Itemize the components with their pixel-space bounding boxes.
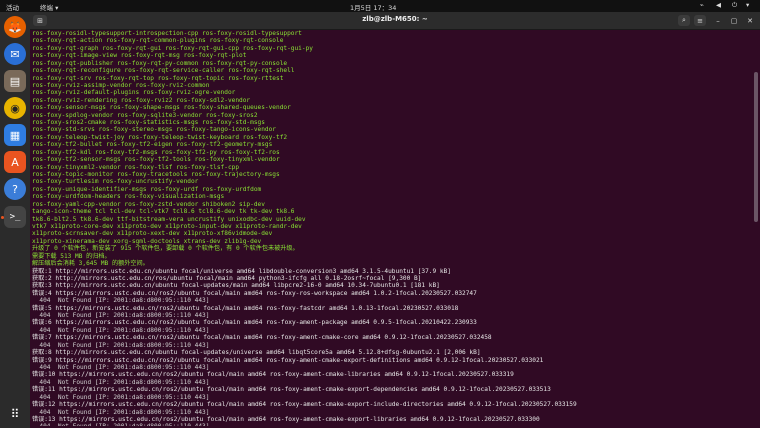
writer-icon[interactable]: ▦ — [4, 124, 26, 146]
terminal-line: 错误:10 https://mirrors.ustc.edu.cn/ros2/u… — [32, 371, 514, 379]
terminal-line: 获取:1 http://mirrors.ustc.edu.cn/ubuntu f… — [32, 267, 451, 275]
terminal-line: ros-foxy-tinyxml2-vendor ros-foxy-tlsf r… — [32, 163, 240, 171]
software-center-icon[interactable]: A — [4, 151, 26, 173]
show-apps-icon[interactable]: ⠿ — [4, 403, 26, 425]
rhythmbox-icon[interactable]: ◉ — [4, 97, 26, 119]
terminal-line: x11proto-scrnsaver-dev x11proto-xext-dev… — [32, 230, 273, 238]
running-indicator — [1, 216, 4, 219]
network-icon[interactable]: ⌁ — [700, 1, 704, 9]
terminal-output[interactable]: ros-foxy-rosidl-typesupport-introspectio… — [32, 30, 750, 426]
clock[interactable]: 1月5日 17：34 — [350, 2, 396, 12]
terminal-line: ros-foxy-rviz-assimp-vendor ros-foxy-rvi… — [32, 81, 210, 89]
activities-button[interactable]: 活动 — [6, 2, 19, 12]
top-bar: 活动 终端 ▾ 1月5日 17：34 ⌁ ◀ ⏻ ▾ — [0, 0, 760, 12]
terminal-line: ros-foxy-urdfdom-headers ros-foxy-visual… — [32, 193, 225, 201]
terminal-line: ros-foxy-rosidl-typesupport-introspectio… — [32, 30, 302, 37]
terminal-line: ros-foxy-spdlog-vendor ros-foxy-sqlite3-… — [32, 111, 258, 119]
volume-icon[interactable]: ◀ — [716, 1, 721, 9]
terminal-line: 404 Not Found [IP: 2001:da8:d800:95::110… — [32, 423, 750, 426]
dock: 🦊 ✉ ▤ ◉ ▦ A ? >_ ⠿ — [0, 12, 30, 428]
maximize-icon[interactable]: ▢ — [728, 15, 740, 26]
terminal-line: 错误:11 https://mirrors.ustc.edu.cn/ros2/u… — [32, 386, 551, 394]
terminal-icon[interactable]: >_ — [4, 206, 26, 228]
terminal-line: vtk7 x11proto-core-dev x11proto-dev x11p… — [32, 222, 302, 230]
terminal-line: ros-foxy-rqt-reconfigure ros-foxy-rqt-se… — [32, 67, 295, 75]
window-title: zlb@zlb-M650: ~ — [362, 15, 428, 23]
search-icon[interactable]: ⌕ — [678, 15, 690, 26]
terminal-line: ros-foxy-rqt-image-view ros-foxy-rqt-msg… — [32, 52, 247, 60]
close-icon[interactable]: ✕ — [744, 15, 756, 26]
thunderbird-icon[interactable]: ✉ — [4, 43, 26, 65]
terminal-line: ros-foxy-rviz-rendering ros-foxy-rviz2 r… — [32, 96, 251, 104]
terminal-line: ros-foxy-teleop-twist-joy ros-foxy-teleo… — [32, 133, 288, 141]
terminal-line: ros-foxy-std-srvs ros-foxy-stereo-msgs r… — [32, 126, 277, 134]
terminal-line: ros-foxy-tf2-bullet ros-foxy-tf2-eigen r… — [32, 141, 273, 149]
terminal-line: ros-foxy-topic-monitor ros-foxy-tracetoo… — [32, 171, 280, 179]
terminal-app-menu[interactable]: 终端 ▾ — [40, 2, 58, 12]
terminal-line: ros-foxy-rqt-publisher ros-foxy-rqt-py-c… — [32, 59, 288, 67]
terminal-line: ros-foxy-rqt-srv ros-foxy-rqt-top ros-fo… — [32, 74, 284, 82]
terminal-line: 错误:4 https://mirrors.ustc.edu.cn/ros2/ub… — [32, 289, 477, 297]
terminal-line: 升级了 0 个软件包，新安装了 915 个软件包，要卸载 0 个软件包，有 0 … — [32, 245, 299, 253]
terminal-line: ros-foxy-sensor-msgs ros-foxy-shape-msgs… — [32, 104, 291, 112]
power-icon[interactable]: ⏻ — [732, 1, 737, 10]
terminal-line: 错误:6 https://mirrors.ustc.edu.cn/ros2/ub… — [32, 319, 477, 327]
menu-icon[interactable]: ≡ — [694, 15, 706, 26]
title-bar: ⊞ zlb@zlb-M650: ~ ⌕ ≡ – ▢ ✕ — [30, 12, 760, 30]
terminal-line: ros-foxy-unique-identifier-msgs ros-foxy… — [32, 185, 262, 193]
terminal-line: ros-foxy-tf2-sensor-msgs ros-foxy-tf2-to… — [32, 156, 280, 164]
terminal-line: ros-foxy-rviz-default-plugins ros-foxy-r… — [32, 89, 236, 97]
terminal-line: 错误:7 https://mirrors.ustc.edu.cn/ros2/ub… — [32, 334, 492, 342]
terminal-line: tango-icon-theme tcl tcl-dev tcl-vtk7 tc… — [32, 208, 295, 216]
files-icon[interactable]: ▤ — [4, 70, 26, 92]
terminal-line: ros-foxy-rqt-action ros-foxy-rqt-common-… — [32, 37, 284, 45]
terminal-line: 错误:5 https://mirrors.ustc.edu.cn/ros2/ub… — [32, 304, 459, 312]
terminal-line: 错误:9 https://mirrors.ustc.edu.cn/ros2/ub… — [32, 356, 544, 364]
terminal-line: tk8.6-blt2.5 tk8.6-dev ttf-bitstream-ver… — [32, 215, 306, 223]
minimize-icon[interactable]: – — [712, 15, 724, 26]
terminal-line: ros-foxy-sros2-cmake ros-foxy-statistics… — [32, 119, 265, 127]
terminal-line: 错误:13 https://mirrors.ustc.edu.cn/ros2/u… — [32, 415, 540, 423]
help-icon[interactable]: ? — [4, 178, 26, 200]
terminal-line: 获取:8 http://mirrors.ustc.edu.cn/ubuntu f… — [32, 349, 481, 357]
terminal-line: 404 Not Found [IP: 2001:da8:d800:95::110… — [32, 408, 210, 416]
scrollbar[interactable] — [754, 72, 758, 222]
terminal-line: ros-foxy-rqt-graph ros-foxy-rqt-gui ros-… — [32, 44, 313, 52]
terminal-line: ros-foxy-tf2-kdl ros-foxy-tf2-msgs ros-f… — [32, 148, 280, 156]
system-menu-arrow-icon[interactable]: ▾ — [746, 1, 749, 9]
terminal-line: 解压缩后会消耗 3,645 MB 的额外空间。 — [32, 260, 149, 268]
terminal-window: ⊞ zlb@zlb-M650: ~ ⌕ ≡ – ▢ ✕ ros-foxy-ros… — [30, 12, 760, 428]
terminal-line: 404 Not Found [IP: 2001:da8:d800:95::110… — [32, 297, 210, 305]
terminal-line: ros-foxy-turtlesim ros-foxy-uncrustify-v… — [32, 178, 199, 186]
terminal-line: 需要下载 513 MB 的归档。 — [32, 252, 111, 260]
firefox-icon[interactable]: 🦊 — [4, 16, 26, 38]
terminal-line: 错误:12 https://mirrors.ustc.edu.cn/ros2/u… — [32, 401, 577, 409]
terminal-line: 获取:3 http://mirrors.ustc.edu.cn/ubuntu f… — [32, 282, 440, 290]
terminal-line: 404 Not Found [IP: 2001:da8:d800:95::110… — [32, 393, 210, 401]
terminal-line: ros-foxy-yaml-cpp-vendor ros-foxy-zstd-v… — [32, 200, 265, 208]
